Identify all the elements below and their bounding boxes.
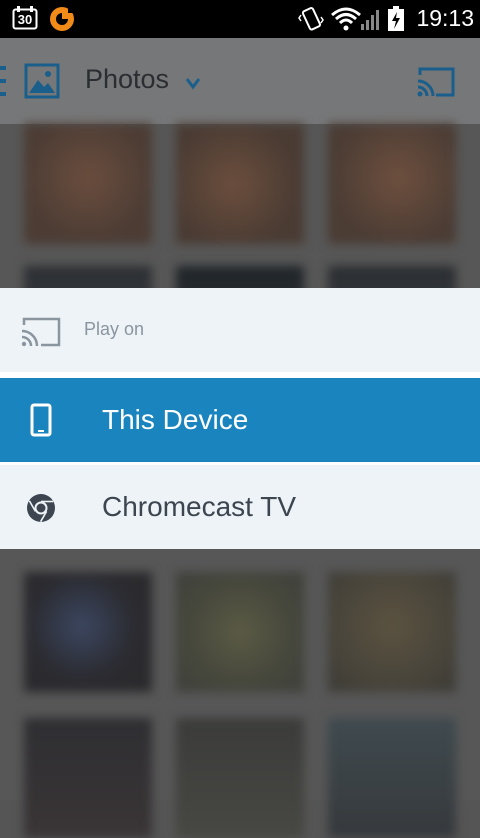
photo-thumbnail[interactable] [176, 572, 304, 692]
cast-icon[interactable] [416, 66, 456, 98]
clock: 19:13 [416, 5, 474, 31]
photo-thumbnail[interactable] [24, 718, 152, 838]
play-on-dialog: Play on This Device Chromecast TV [0, 288, 480, 549]
status-bar: 30 19:13 [0, 0, 480, 38]
vibrate-icon [298, 5, 324, 33]
dialog-title: Play on [84, 319, 145, 339]
phone-icon [30, 403, 52, 437]
option-label: Chromecast TV [102, 491, 296, 522]
wifi-icon [330, 6, 362, 32]
calendar-icon: 30 [12, 6, 38, 30]
cast-icon [20, 316, 62, 348]
battery-charging-icon [387, 5, 405, 33]
dialog-header: Play on [0, 288, 480, 372]
calendar-date: 30 [17, 12, 33, 27]
chrome-icon [26, 493, 56, 523]
photo-thumbnail[interactable] [328, 124, 456, 244]
photo-thumbnail[interactable] [176, 124, 304, 244]
action-bar-title[interactable]: Photos [85, 64, 169, 95]
app-notification-icon [48, 5, 78, 33]
dropdown-icon[interactable] [184, 76, 202, 90]
signal-icon [360, 6, 382, 32]
photo-thumbnail[interactable] [176, 718, 304, 838]
photo-thumbnail[interactable] [24, 124, 152, 244]
photo-thumbnail[interactable] [24, 572, 152, 692]
option-this-device[interactable]: This Device [0, 378, 480, 462]
menu-icon[interactable] [0, 64, 8, 98]
photos-icon [24, 63, 60, 99]
photo-thumbnail[interactable] [328, 718, 456, 838]
option-label: This Device [102, 404, 249, 435]
option-chromecast-tv[interactable]: Chromecast TV [0, 465, 480, 549]
photo-thumbnail[interactable] [328, 572, 456, 692]
action-bar: Photos [0, 38, 480, 124]
